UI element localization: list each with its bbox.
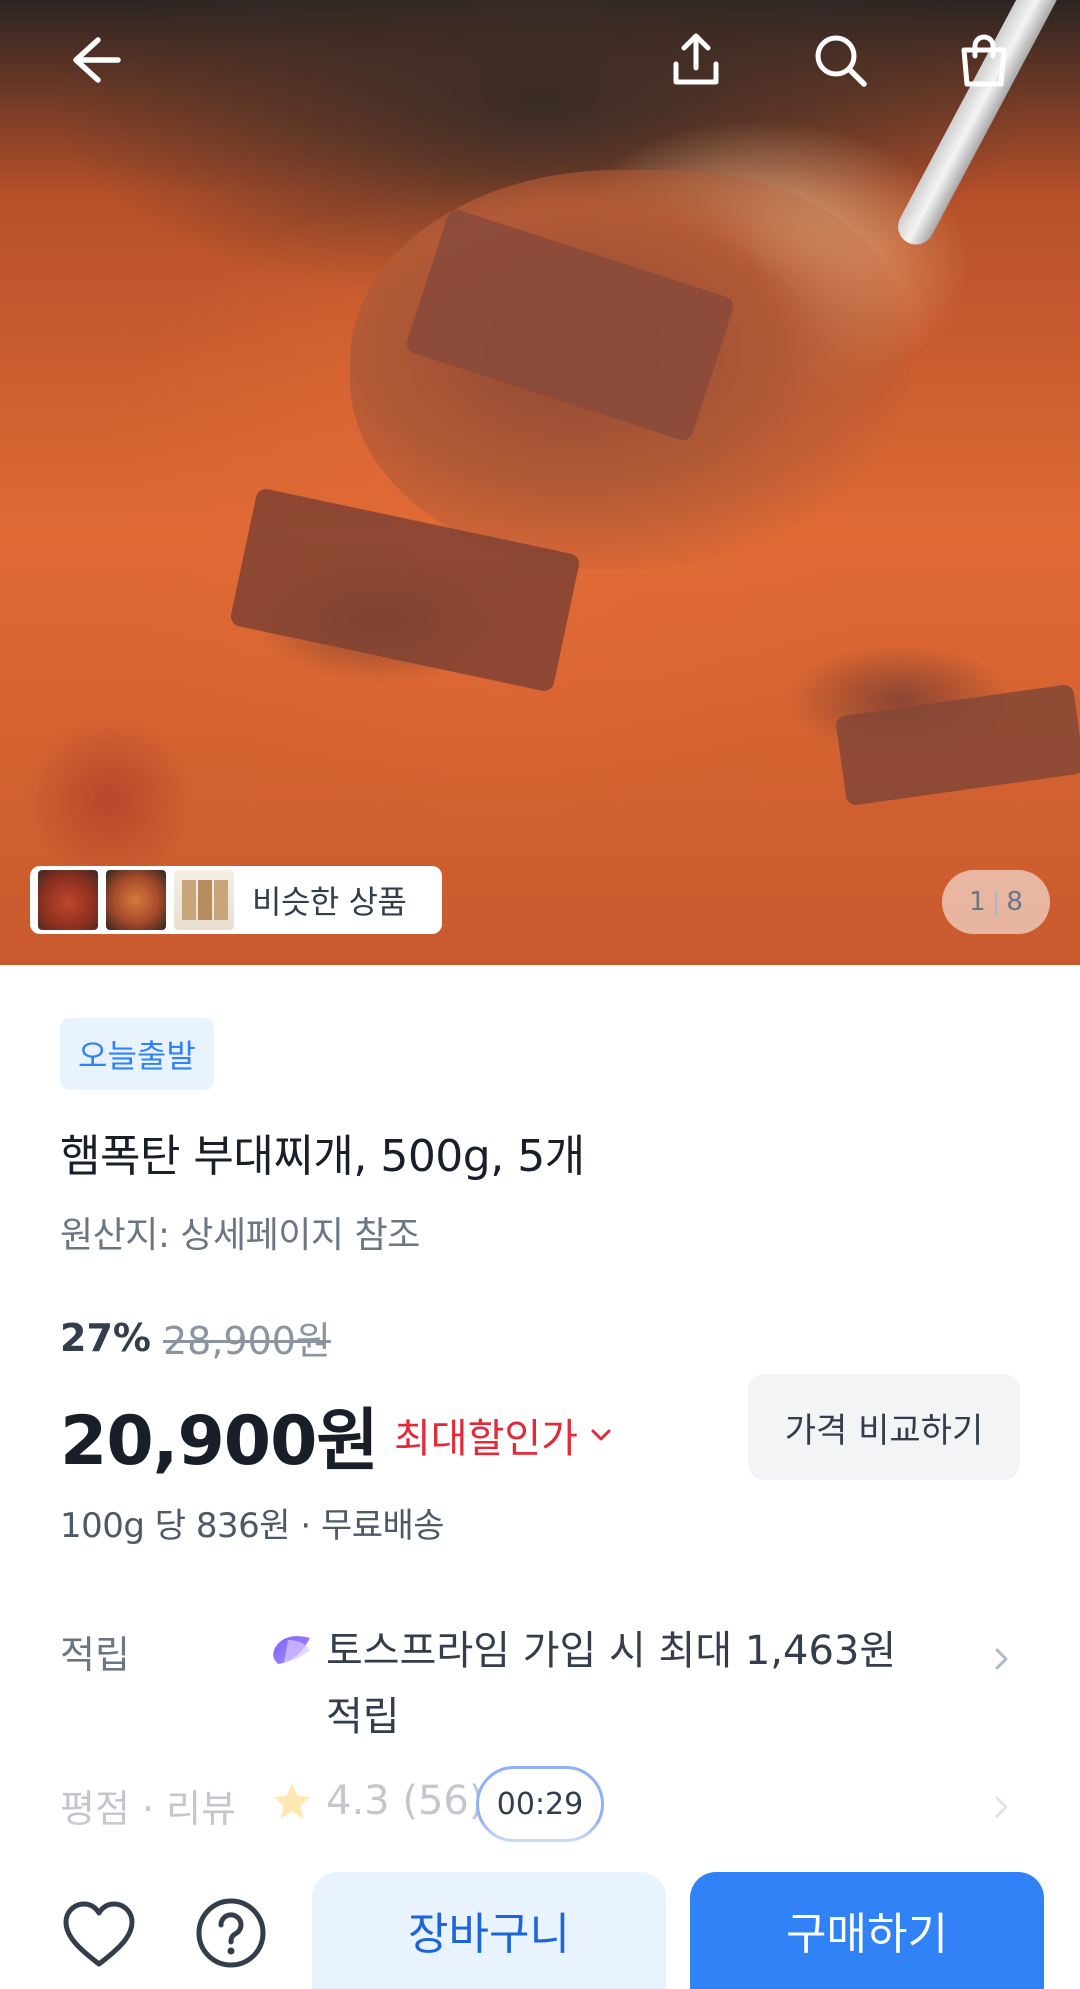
compare-price-button[interactable]: 가격 비교하기 bbox=[748, 1374, 1020, 1480]
price-row: 20,900원 최대할인가 bbox=[60, 1385, 616, 1484]
heart-icon[interactable] bbox=[56, 1892, 142, 1978]
similar-thumbnail bbox=[174, 870, 234, 930]
toss-prime-icon bbox=[273, 1636, 310, 1664]
chevron-right-icon bbox=[995, 1648, 1008, 1670]
question-icon[interactable] bbox=[188, 1892, 274, 1978]
share-icon[interactable] bbox=[658, 22, 734, 98]
similar-thumbnail bbox=[106, 870, 166, 930]
chevron-down-icon bbox=[591, 1429, 611, 1440]
shopping-bag-icon[interactable] bbox=[946, 22, 1022, 98]
image-pager: 1 | 8 bbox=[942, 870, 1050, 934]
today-shipping-badge: 오늘출발 bbox=[60, 1018, 214, 1090]
unit-price-shipping: 100g 당 836원 · 무료배송 bbox=[60, 1506, 445, 1546]
rating-value: 4.3 (56) bbox=[326, 1778, 484, 1824]
review-count: (56) bbox=[402, 1778, 485, 1824]
buy-now-button[interactable]: 구매하기 bbox=[690, 1872, 1044, 1989]
origin-info: 원산지: 상세페이지 참조 bbox=[60, 1215, 420, 1256]
star-icon bbox=[273, 1783, 311, 1819]
product-image[interactable]: 비슷한 상품 1 | 8 bbox=[0, 0, 1080, 965]
back-arrow-icon[interactable] bbox=[58, 22, 134, 98]
points-label: 적립 bbox=[60, 1633, 130, 1677]
product-title: 햄폭탄 부대찌개, 500g, 5개 bbox=[60, 1131, 585, 1182]
max-discount-dropdown[interactable]: 최대할인가 bbox=[394, 1406, 616, 1464]
sale-price: 20,900원 bbox=[60, 1402, 379, 1481]
top-navigation-bar bbox=[0, 0, 1080, 120]
original-price: 28,900원 bbox=[162, 1319, 331, 1363]
discount-row: 27% 28,900원 bbox=[60, 1310, 331, 1365]
pager-separator: | bbox=[991, 887, 1001, 917]
chevron-right-icon bbox=[995, 1796, 1008, 1818]
similar-products-label: 비슷한 상품 bbox=[252, 883, 407, 921]
similar-thumbnail bbox=[38, 870, 98, 930]
similar-products-button[interactable]: 비슷한 상품 bbox=[30, 866, 442, 934]
search-icon[interactable] bbox=[802, 22, 878, 98]
pager-current: 1 bbox=[969, 887, 986, 917]
max-discount-label: 최대할인가 bbox=[393, 1415, 578, 1462]
ham-slice-visual bbox=[834, 683, 1080, 807]
discount-percent: 27% bbox=[60, 1315, 151, 1360]
points-text: 토스프라임 가입 시 최대 1,463원 적립 bbox=[326, 1628, 897, 1740]
rating-score: 4.3 bbox=[326, 1778, 390, 1824]
bottom-action-bar: 장바구니 구매하기 bbox=[0, 1852, 1080, 1989]
points-row[interactable]: 적립 토스프라임 가입 시 최대 1,463원 적립 bbox=[0, 1610, 1080, 1740]
pager-total: 8 bbox=[1006, 887, 1023, 917]
add-to-cart-button[interactable]: 장바구니 bbox=[312, 1872, 666, 1989]
